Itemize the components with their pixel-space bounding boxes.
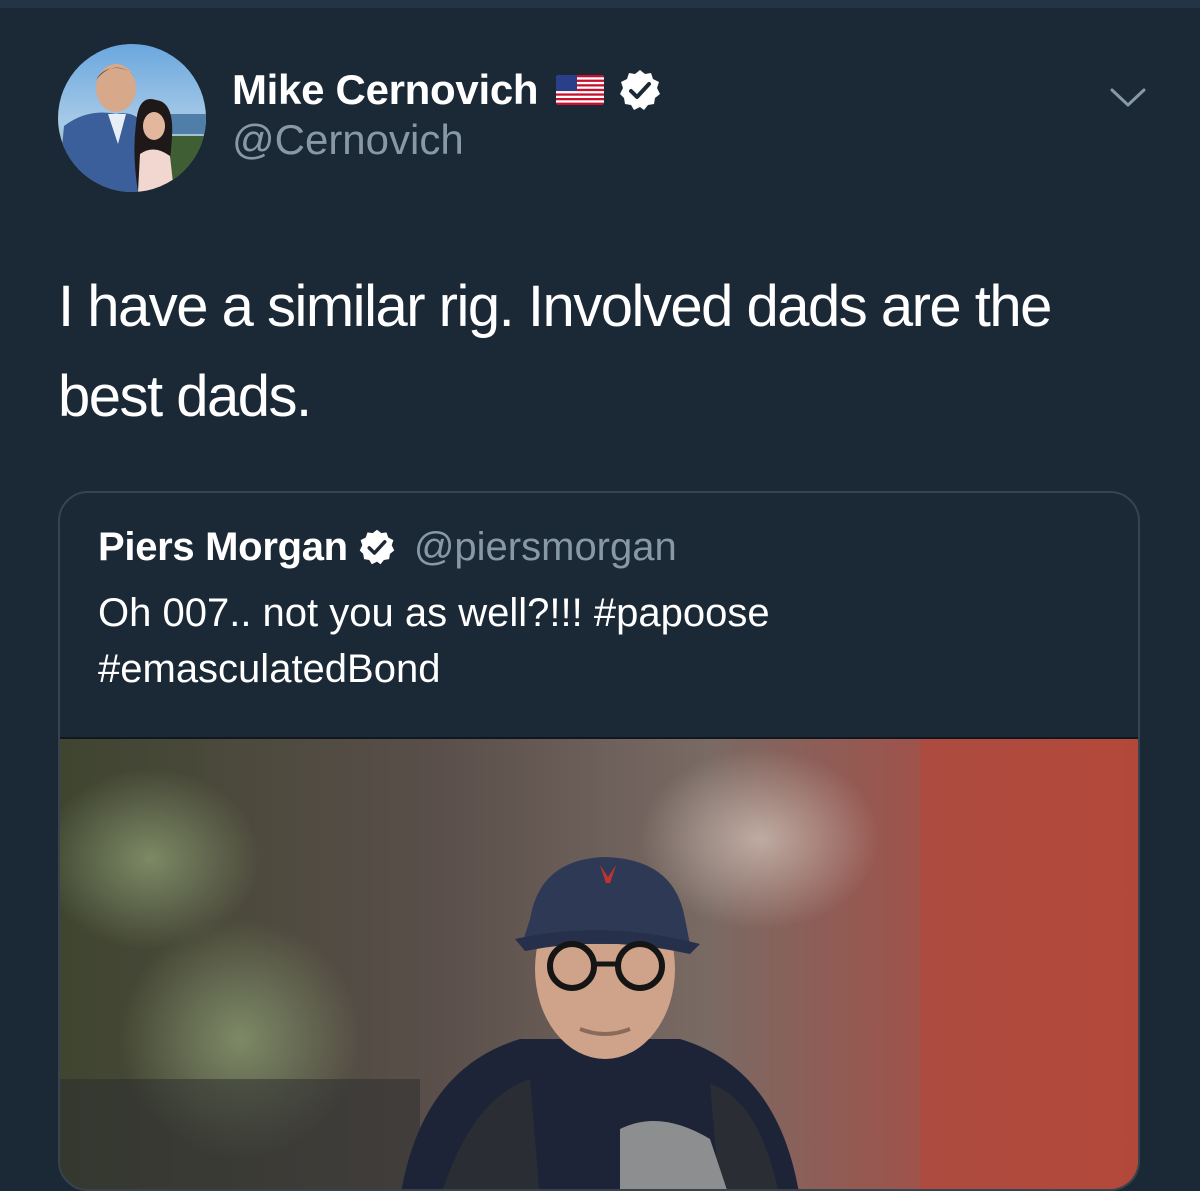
- quoted-author-handle: @piersmorgan: [413, 524, 677, 569]
- author-handle[interactable]: @Cernovich: [232, 116, 464, 164]
- tweet: Mike Cernovich @Cernovich I have a simil…: [0, 0, 1200, 1191]
- quoted-tweet-photo[interactable]: [60, 737, 1138, 1189]
- us-flag-icon: [556, 75, 605, 105]
- quoted-author-display-name: Piers Morgan: [98, 524, 348, 569]
- verified-badge-icon: [620, 70, 661, 110]
- author-display-name[interactable]: Mike Cernovich: [232, 66, 539, 114]
- quoted-tweet-header: Piers Morgan @piersmorgan: [98, 521, 677, 573]
- quoted-text-line-1: Oh 007.. not you as well?!!! #papoose: [98, 591, 770, 635]
- quoted-tweet-text: Oh 007.. not you as well?!!! #papoose #e…: [98, 585, 1098, 697]
- verified-badge-icon: [359, 529, 395, 565]
- avatar[interactable]: [58, 44, 206, 192]
- quoted-text-line-2: #emasculatedBond: [98, 647, 441, 691]
- chevron-down-icon[interactable]: [1108, 84, 1148, 110]
- tweet-text: I have a similar rig. Involved dads are …: [58, 274, 1052, 429]
- quoted-tweet[interactable]: Piers Morgan @piersmorgan Oh 007.. not y…: [58, 491, 1140, 1191]
- author-line: Mike Cernovich: [232, 64, 662, 116]
